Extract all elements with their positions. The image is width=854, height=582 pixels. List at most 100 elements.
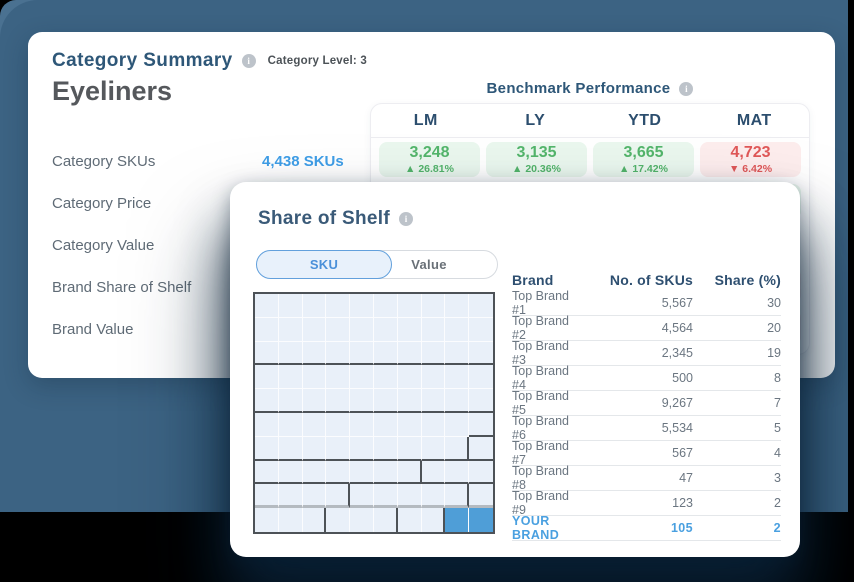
waffle-cell [374, 318, 398, 342]
waffle-cell [326, 342, 350, 366]
table-row: Top Brand #32,34519 [512, 341, 781, 366]
waffle-cell [326, 413, 350, 437]
cell-share: 19 [693, 346, 781, 360]
waffle-cell [445, 318, 469, 342]
waffle-cell [422, 461, 446, 485]
cell-brand: Top Brand #6 [512, 414, 583, 442]
waffle-cell [255, 484, 279, 508]
table-row-your-brand: YOUR BRAND1052 [512, 516, 781, 541]
cell-share: 7 [693, 396, 781, 410]
waffle-cell [445, 461, 469, 485]
benchmark-value-cell: 4,723▼ 6.42% [700, 142, 801, 177]
waffle-cell [469, 437, 493, 461]
info-icon[interactable]: i [242, 54, 256, 68]
cell-share: 5 [693, 421, 781, 435]
waffle-cell [279, 437, 303, 461]
waffle-cell [445, 365, 469, 389]
cell-brand: YOUR BRAND [512, 514, 583, 542]
benchmark-value: 4,723 [730, 144, 770, 162]
waffle-cell-your-brand [469, 508, 493, 532]
waffle-cell [398, 437, 422, 461]
waffle-cell [422, 342, 446, 366]
table-row: Top Brand #45008 [512, 366, 781, 391]
cell-share: 2 [693, 521, 781, 535]
column-header-brand: Brand [512, 272, 583, 288]
waffle-cell [303, 437, 327, 461]
waffle-cell [326, 437, 350, 461]
waffle-cell [374, 365, 398, 389]
waffle-cell [422, 484, 446, 508]
benchmark-header: Benchmark Performance i [370, 80, 810, 97]
benchmark-value: 3,135 [516, 144, 556, 162]
cell-share: 4 [693, 446, 781, 460]
cell-brand: Top Brand #2 [512, 314, 583, 342]
waffle-cell [255, 508, 279, 532]
delta-up-arrow-label: ▲ 20.36% [512, 163, 561, 175]
waffle-cell [255, 437, 279, 461]
waffle-cell [398, 342, 422, 366]
info-icon[interactable]: i [679, 82, 693, 96]
waffle-cell [350, 508, 374, 532]
waffle-cell [422, 294, 446, 318]
waffle-cell [469, 318, 493, 342]
waffle-cell [422, 365, 446, 389]
benchmark-value: 3,665 [623, 144, 663, 162]
benchmark-value: 3,248 [409, 144, 449, 162]
waffle-cell [279, 342, 303, 366]
waffle-cell [255, 389, 279, 413]
benchmark-data-row: 3,248▲ 26.81% 3,135▲ 20.36% 3,665▲ 17.42% 4… [376, 142, 804, 177]
waffle-cell [445, 437, 469, 461]
cell-skus: 5,534 [583, 421, 693, 435]
column-header-skus: No. of SKUs [583, 272, 693, 288]
benchmark-column-ytd: YTD [590, 104, 700, 137]
cell-skus: 567 [583, 446, 693, 460]
benchmark-column-lm: LM [371, 104, 481, 137]
waffle-cell [326, 461, 350, 485]
cell-share: 8 [693, 371, 781, 385]
waffle-cell [255, 365, 279, 389]
waffle-cell [303, 365, 327, 389]
modal-header: Share of Shelf i [258, 208, 413, 230]
metric-value: 4,438 SKUs [262, 153, 344, 170]
table-row: Top Brand #65,5345 [512, 416, 781, 441]
tab-sku[interactable]: SKU [256, 250, 392, 279]
info-icon[interactable]: i [399, 212, 413, 226]
cell-skus: 2,345 [583, 346, 693, 360]
waffle-cell [398, 461, 422, 485]
waffle-cell [350, 294, 374, 318]
waffle-cell [469, 413, 493, 437]
waffle-cell [350, 437, 374, 461]
waffle-cell [422, 389, 446, 413]
waffle-cell [303, 413, 327, 437]
waffle-cell [350, 461, 374, 485]
column-header-share: Share (%) [693, 272, 781, 288]
delta-up-arrow-label: ▲ 17.42% [619, 163, 668, 175]
table-row: Top Brand #24,56420 [512, 316, 781, 341]
cell-skus: 47 [583, 471, 693, 485]
benchmark-column-mat: MAT [700, 104, 810, 137]
cell-brand: Top Brand #9 [512, 489, 583, 517]
waffle-cell [326, 508, 350, 532]
cell-share: 3 [693, 471, 781, 485]
benchmark-column-ly: LY [481, 104, 591, 137]
delta-up-arrow-label: ▲ 26.81% [405, 163, 454, 175]
cell-skus: 4,564 [583, 321, 693, 335]
waffle-cell [374, 461, 398, 485]
modal-title: Share of Shelf [258, 208, 390, 230]
category-summary-title: Category Summary [52, 50, 233, 72]
benchmark-title: Benchmark Performance [487, 80, 671, 97]
waffle-cell [279, 508, 303, 532]
waffle-cell [374, 508, 398, 532]
waffle-cell [445, 342, 469, 366]
waffle-cell [279, 461, 303, 485]
waffle-cell [350, 365, 374, 389]
waffle-cell [374, 413, 398, 437]
waffle-cell [374, 437, 398, 461]
waffle-cell [374, 342, 398, 366]
cell-brand: Top Brand #4 [512, 364, 583, 392]
waffle-cell [255, 294, 279, 318]
waffle-cell [279, 318, 303, 342]
waffle-cell [374, 484, 398, 508]
waffle-cell [303, 342, 327, 366]
waffle-cell [326, 365, 350, 389]
